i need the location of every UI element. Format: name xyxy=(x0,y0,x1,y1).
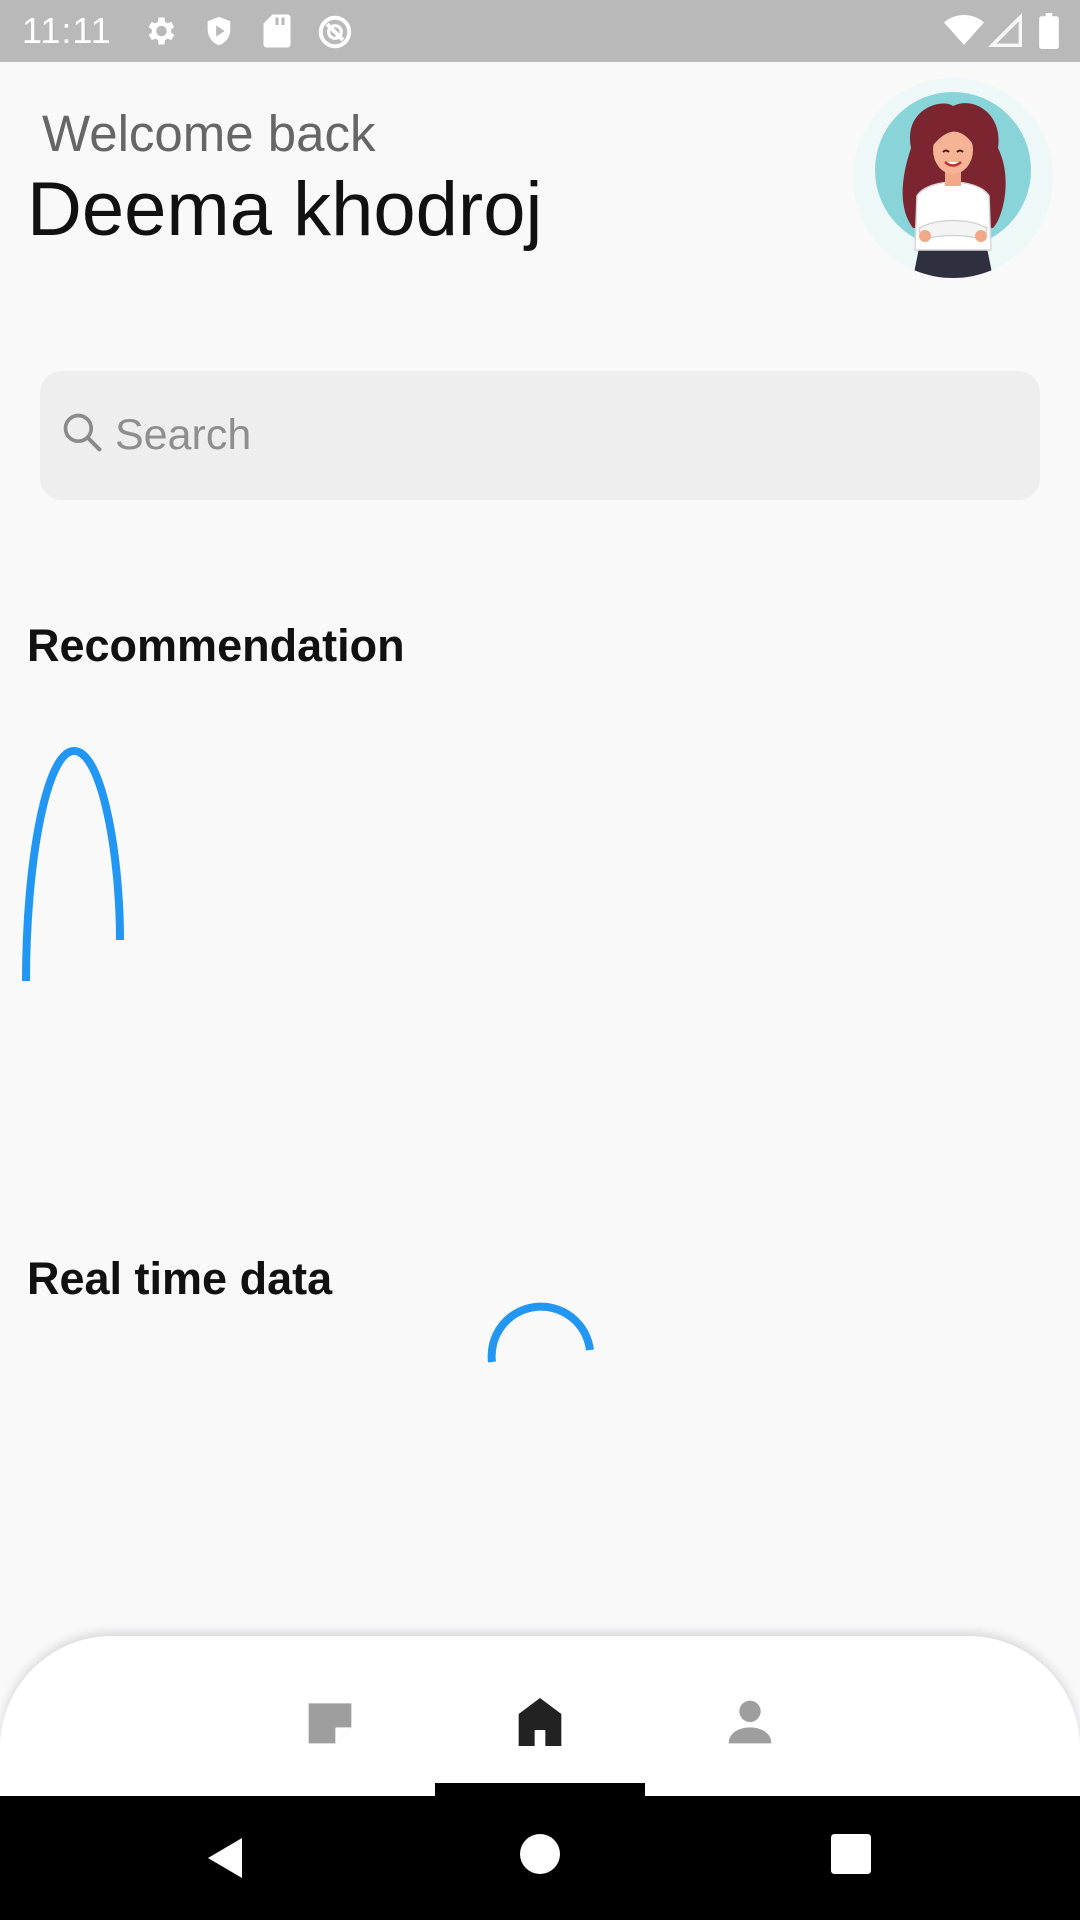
status-bar: 11:11 xyxy=(0,0,1080,62)
do-not-disturb-icon xyxy=(318,15,352,49)
search-input[interactable] xyxy=(115,371,1015,500)
home-circle-icon[interactable] xyxy=(520,1834,560,1874)
status-time: 11:11 xyxy=(22,10,112,51)
search-bar[interactable] xyxy=(40,371,1040,500)
battery-icon xyxy=(1039,13,1059,49)
note-icon[interactable] xyxy=(298,1690,362,1754)
user-name: Deema khodroj xyxy=(27,167,543,252)
home-screen: 11:11 Welcome back Deema khodroj Search … xyxy=(0,0,1080,1920)
active-tab-indicator xyxy=(435,1783,645,1796)
home-icon[interactable] xyxy=(508,1690,572,1754)
sd-card-icon xyxy=(263,14,291,48)
bottom-navigation xyxy=(0,1636,1080,1796)
avatar[interactable] xyxy=(853,78,1053,278)
back-icon[interactable] xyxy=(202,1834,250,1882)
real-time-data-heading: Real time data xyxy=(27,1253,333,1304)
signal-icon xyxy=(988,13,1022,47)
wifi-icon xyxy=(944,15,984,45)
search-icon xyxy=(63,413,102,452)
gear-icon xyxy=(148,17,175,45)
shield-play-icon xyxy=(207,16,231,46)
real-time-loading-spinner xyxy=(487,1302,594,1363)
woman-avatar-illustration xyxy=(875,92,1031,278)
recommendation-loading-spinner xyxy=(22,746,124,982)
person-icon[interactable] xyxy=(718,1690,782,1754)
system-navigation-bar xyxy=(0,1796,1080,1920)
recents-icon[interactable] xyxy=(831,1834,871,1874)
welcome-text: Welcome back xyxy=(42,105,376,162)
recommendation-heading: Recommendation xyxy=(27,620,405,671)
